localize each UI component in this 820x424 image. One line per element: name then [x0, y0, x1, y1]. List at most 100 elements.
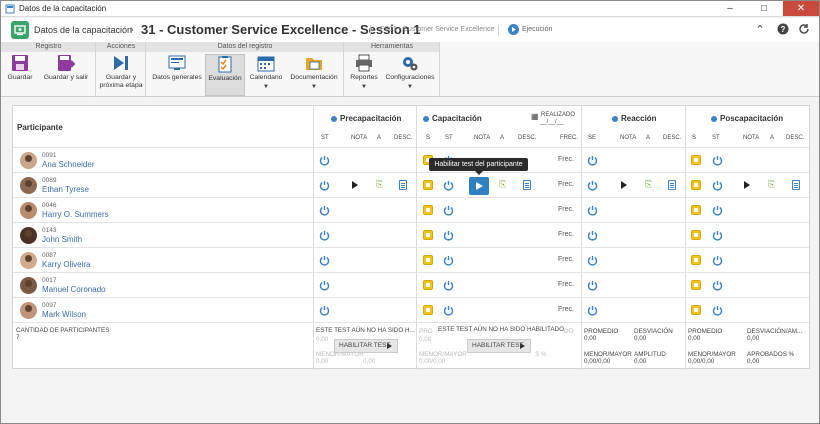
table-row[interactable]: 0017 Manuel Coronado Frec. — [13, 273, 809, 298]
document-icon[interactable] — [792, 180, 800, 190]
participant-name[interactable]: John Smith — [42, 235, 82, 244]
table-row[interactable]: 0143 John Smith Frec. — [13, 223, 809, 248]
power-icon[interactable] — [443, 305, 454, 316]
power-icon[interactable] — [587, 155, 598, 166]
power-icon[interactable] — [712, 230, 723, 241]
power-icon[interactable] — [443, 230, 454, 241]
next-step-icon — [114, 56, 128, 70]
power-icon[interactable] — [443, 180, 454, 191]
stage-header-reac[interactable]: Reacción — [612, 114, 657, 123]
power-icon[interactable] — [712, 280, 723, 291]
power-icon[interactable] — [587, 280, 598, 291]
power-icon[interactable] — [587, 230, 598, 241]
power-icon[interactable] — [587, 205, 598, 216]
table-row[interactable]: 0046 Harry O. Summers Frec. — [13, 198, 809, 223]
reports-button[interactable]: Reportes ▼ — [347, 54, 381, 96]
power-icon[interactable] — [587, 255, 598, 266]
documentation-button[interactable]: Documentación ▼ — [288, 54, 340, 96]
cap-enable-test-button[interactable]: HABILITAR TEST — [467, 339, 531, 353]
power-icon[interactable] — [319, 155, 330, 166]
participant-name[interactable]: Mark Wilson — [42, 310, 86, 319]
evaluation-button[interactable]: Evaluación — [205, 54, 245, 96]
save-next-step-button[interactable]: Guardar y próxima etapa — [98, 54, 144, 96]
status-square-icon[interactable] — [691, 230, 701, 240]
status-square-icon[interactable] — [691, 305, 701, 315]
status-square-icon[interactable] — [423, 205, 433, 215]
power-icon[interactable] — [712, 180, 723, 191]
breadcrumb[interactable]: Datos de la capacitación — [34, 25, 132, 35]
stage-header-cap[interactable]: Capacitación — [423, 114, 482, 123]
enable-test-play-button[interactable] — [469, 177, 489, 195]
status-square-icon[interactable] — [423, 305, 433, 315]
status-square-icon[interactable] — [423, 280, 433, 290]
participant-name[interactable]: Harry O. Summers — [42, 210, 109, 219]
realizado-label: REALIZADO — [541, 112, 576, 118]
pre-enable-test-button[interactable]: HABILITAR TEST — [334, 339, 398, 353]
status-square-icon[interactable] — [691, 180, 701, 190]
power-icon[interactable] — [587, 305, 598, 316]
general-data-button[interactable]: Datos generales — [150, 54, 204, 96]
collapse-up-icon[interactable]: ⌃ — [753, 23, 767, 37]
refresh-icon[interactable] — [797, 23, 811, 37]
participant-count: 7 — [16, 334, 20, 341]
stage-header-pre[interactable]: Precapacitación — [331, 114, 401, 123]
power-icon[interactable] — [319, 180, 330, 191]
power-icon[interactable] — [443, 205, 454, 216]
calendar-icon: ▦ — [531, 112, 539, 121]
status-square-icon[interactable] — [691, 205, 701, 215]
calendar-button[interactable]: Calendario ▼ — [248, 54, 284, 96]
save-button[interactable]: Guardar — [5, 54, 35, 96]
participant-name[interactable]: Karry Oliveira — [42, 260, 90, 269]
power-icon[interactable] — [319, 280, 330, 291]
stage-header-post[interactable]: Poscapacitación — [711, 114, 783, 123]
table-row[interactable]: 0089 Ethan Tyrese Frec. ⎘ ⎘ ⎘ ⎘ — [13, 173, 809, 198]
participant-name[interactable]: Ethan Tyrese — [42, 185, 89, 194]
participant-name[interactable]: Ana Schneider — [42, 160, 94, 169]
settings-button[interactable]: Configuraciones ▼ — [382, 54, 438, 96]
status-square-icon[interactable] — [691, 155, 701, 165]
participant-name[interactable]: Manuel Coronado — [42, 285, 106, 294]
title-bar: Datos de la capacitación – □ ✕ — [1, 1, 819, 17]
power-icon[interactable] — [712, 205, 723, 216]
dropdown-caret-icon: ▼ — [361, 84, 367, 90]
cap-test-disabled-msg: ESTE TEST AÚN NO HA SIDO HABILITADO — [438, 326, 564, 333]
power-icon[interactable] — [319, 305, 330, 316]
status-square-icon[interactable] — [691, 280, 701, 290]
minimize-button[interactable]: – — [715, 1, 745, 16]
table-row[interactable]: 0087 Karry Oliveira Frec. — [13, 248, 809, 273]
status-square-icon[interactable] — [423, 255, 433, 265]
avatar — [20, 252, 37, 269]
play-icon[interactable] — [621, 181, 627, 189]
power-icon[interactable] — [443, 255, 454, 266]
power-icon[interactable] — [712, 305, 723, 316]
attachment-icon[interactable]: ⎘ — [376, 179, 383, 190]
power-icon[interactable] — [319, 205, 330, 216]
table-row[interactable]: 0091 Ana Schneider Frec. — [13, 148, 809, 173]
divider: | — [369, 24, 372, 36]
table-row[interactable]: 0097 Mark Wilson Frec. — [13, 298, 809, 323]
document-icon[interactable] — [523, 180, 531, 190]
power-icon[interactable] — [587, 180, 598, 191]
power-icon[interactable] — [319, 230, 330, 241]
status-square-icon[interactable] — [423, 180, 433, 190]
power-icon[interactable] — [712, 155, 723, 166]
attachment-icon[interactable]: ⎘ — [499, 179, 506, 190]
ribbon-toolbar: Registro Guardar Guardar y salir Accione… — [1, 42, 819, 97]
calendar-icon — [257, 56, 275, 72]
play-icon[interactable] — [352, 181, 358, 189]
attachment-icon[interactable]: ⎘ — [768, 179, 775, 190]
document-icon[interactable] — [668, 180, 676, 190]
play-icon[interactable] — [744, 181, 750, 189]
power-icon[interactable] — [712, 255, 723, 266]
power-icon[interactable] — [443, 280, 454, 291]
close-button[interactable]: ✕ — [783, 1, 819, 16]
attachment-icon[interactable]: ⎘ — [645, 179, 652, 190]
frequency-text: Frec. — [558, 281, 574, 288]
status-square-icon[interactable] — [423, 230, 433, 240]
power-icon[interactable] — [319, 255, 330, 266]
maximize-button[interactable]: □ — [749, 1, 779, 16]
save-and-exit-button[interactable]: Guardar y salir — [39, 54, 93, 96]
document-icon[interactable] — [399, 180, 407, 190]
help-icon[interactable]: ? — [776, 23, 790, 37]
status-square-icon[interactable] — [691, 255, 701, 265]
